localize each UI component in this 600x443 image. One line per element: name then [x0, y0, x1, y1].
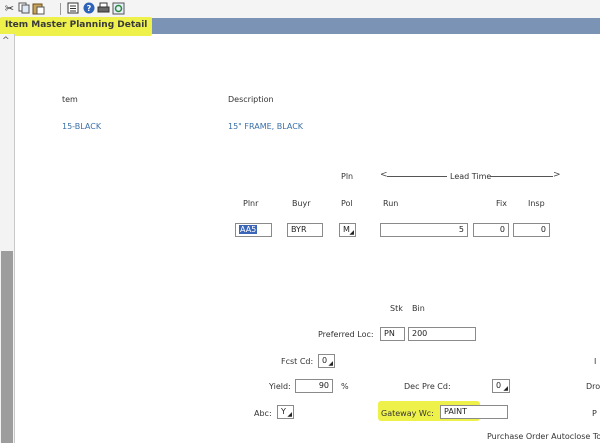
scissors-icon[interactable]: ✂: [3, 2, 16, 15]
yield-label: Yield:: [269, 382, 291, 391]
run-label: Run: [383, 199, 399, 208]
dropdown-icon[interactable]: ◢: [349, 230, 354, 236]
lead-time-label: Lead Time: [450, 172, 492, 181]
edge-label-1: I: [594, 357, 597, 366]
abc-field[interactable]: Y ◢: [277, 405, 294, 419]
help-icon[interactable]: ?: [82, 2, 95, 15]
yield-unit: %: [341, 382, 349, 391]
dropdown-icon[interactable]: ◢: [328, 361, 333, 367]
plnr-label: Plnr: [243, 199, 259, 208]
dropdown-icon[interactable]: ◢: [287, 412, 292, 418]
fcst-cd-label: Fcst Cd:: [281, 357, 314, 366]
copy-icon[interactable]: [17, 2, 30, 15]
scroll-up-icon[interactable]: ^: [2, 36, 10, 46]
abc-value: Y: [281, 407, 286, 416]
abc-label: Abc:: [254, 409, 272, 418]
bin-label: Bin: [412, 304, 425, 313]
refresh-icon[interactable]: [112, 2, 125, 15]
lead-time-left-arrow: <: [380, 170, 388, 180]
fix-label: Fix: [496, 199, 507, 208]
edge-label-2: Dro: [586, 382, 600, 391]
description-value: 15" FRAME, BLACK: [228, 122, 304, 131]
plnr-value: AA5: [239, 225, 258, 234]
preferred-bin-field[interactable]: 200: [408, 327, 476, 341]
yield-field[interactable]: 90: [295, 379, 333, 393]
stk-label: Stk: [390, 304, 403, 313]
dropdown-icon[interactable]: ◢: [503, 386, 508, 392]
gateway-wc-label: Gateway Wc:: [381, 409, 434, 418]
paste-icon[interactable]: [32, 2, 45, 15]
dec-pre-cd-label: Dec Pre Cd:: [404, 382, 451, 391]
item-value: 15-BLACK: [62, 122, 102, 131]
dec-pre-cd-value: 0: [496, 381, 502, 390]
window-title: Item Master Planning Detail: [5, 20, 148, 30]
dec-pre-cd-field[interactable]: 0 ◢: [492, 379, 510, 393]
edge-label-3: P: [592, 409, 597, 418]
print-icon[interactable]: [97, 2, 110, 15]
preferred-stk-field[interactable]: PN: [380, 327, 405, 341]
gateway-wc-field[interactable]: PAINT: [440, 405, 508, 419]
fix-field[interactable]: 0: [473, 223, 509, 237]
insp-label: Insp: [528, 199, 545, 208]
buyr-label: Buyr: [292, 199, 311, 208]
scrollbar-thumb[interactable]: [1, 251, 13, 443]
form-icon[interactable]: [66, 2, 79, 15]
lead-time-right-arrow: >: [553, 170, 561, 180]
insp-field[interactable]: 0: [513, 223, 550, 237]
pol-label: Pol: [341, 199, 353, 208]
svg-text:?: ?: [86, 4, 91, 13]
plnr-field[interactable]: AA5: [235, 223, 272, 237]
po-autoclose-label: Purchase Order Autoclose To: [487, 432, 600, 441]
toolbar-separator: [60, 3, 61, 15]
pol-field[interactable]: M ◢: [339, 223, 356, 237]
fcst-cd-field[interactable]: 0 ◢: [318, 354, 335, 368]
description-label: Description: [228, 95, 274, 104]
buyr-field[interactable]: BYR: [287, 223, 323, 237]
fcst-cd-value: 0: [322, 356, 328, 365]
run-field[interactable]: 5: [380, 223, 468, 237]
preferred-loc-label: Preferred Loc:: [318, 330, 374, 339]
lead-time-line-right: [490, 176, 553, 177]
lead-time-line-left: [387, 176, 447, 177]
pln-label: Pln: [341, 172, 354, 181]
item-label: tem: [62, 95, 78, 104]
